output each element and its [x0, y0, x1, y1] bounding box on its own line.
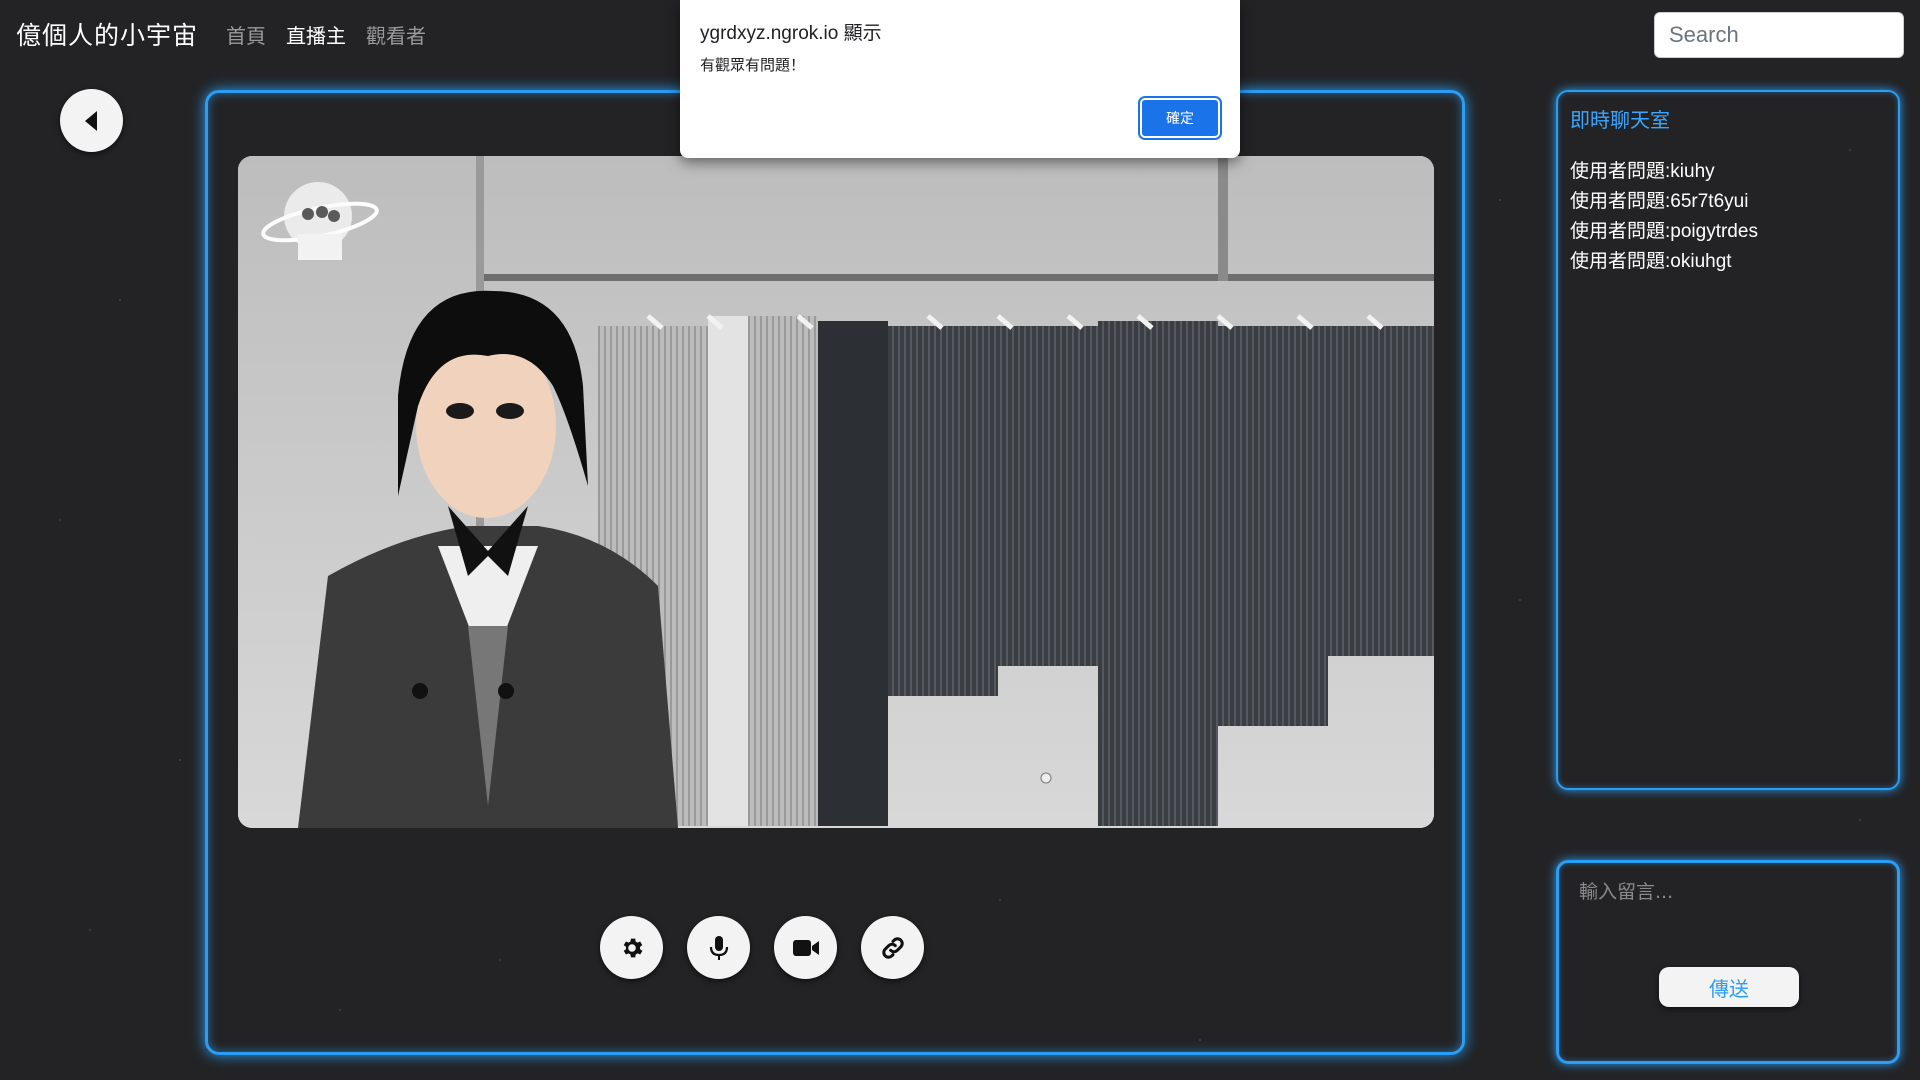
stream-stage	[205, 90, 1465, 1055]
chat-message: 使用者問題:kiuhy	[1570, 161, 1715, 182]
video-camera-icon	[792, 939, 819, 956]
nav-link-viewer[interactable]: 觀看者	[366, 20, 426, 49]
alert-ok-button[interactable]: 確定	[1138, 96, 1222, 140]
camera-button[interactable]	[774, 916, 837, 979]
alert-message: 有觀眾有問題！	[700, 56, 806, 74]
share-link-button[interactable]	[861, 916, 924, 979]
nav-link-streamer[interactable]: 直播主	[286, 20, 346, 49]
search-input[interactable]	[1654, 12, 1904, 58]
back-button[interactable]	[60, 89, 123, 152]
stream-controls	[135, 916, 1389, 979]
alert-origin: ygrdxyz.ngrok.io 顯示	[700, 23, 882, 44]
chat-room-title: 即時聊天室	[1570, 108, 1670, 132]
caret-left-icon	[84, 110, 97, 131]
message-composer: 傳送	[1556, 860, 1900, 1064]
video-preview	[238, 156, 1434, 828]
nav-link-home[interactable]: 首頁	[226, 20, 266, 49]
alert-dialog: ygrdxyz.ngrok.io 顯示 有觀眾有問題！ 確定	[680, 0, 1240, 158]
stream-video-image	[238, 156, 1434, 828]
chat-message: 使用者問題:65r7t6yui	[1570, 191, 1749, 212]
settings-button[interactable]	[600, 916, 663, 979]
microphone-icon	[709, 935, 728, 960]
chat-room-panel: 即時聊天室 使用者問題:kiuhy 使用者問題:65r7t6yui 使用者問題:…	[1556, 90, 1900, 790]
microphone-button[interactable]	[687, 916, 750, 979]
send-button[interactable]: 傳送	[1659, 967, 1799, 1007]
gear-icon	[623, 938, 642, 957]
chat-message: 使用者問題:okiuhgt	[1570, 251, 1732, 272]
brand-title[interactable]: 億個人的小宇宙	[16, 16, 198, 52]
message-input[interactable]	[1579, 877, 1879, 947]
link-icon	[881, 936, 904, 959]
chat-message: 使用者問題:poigytrdes	[1570, 221, 1758, 242]
